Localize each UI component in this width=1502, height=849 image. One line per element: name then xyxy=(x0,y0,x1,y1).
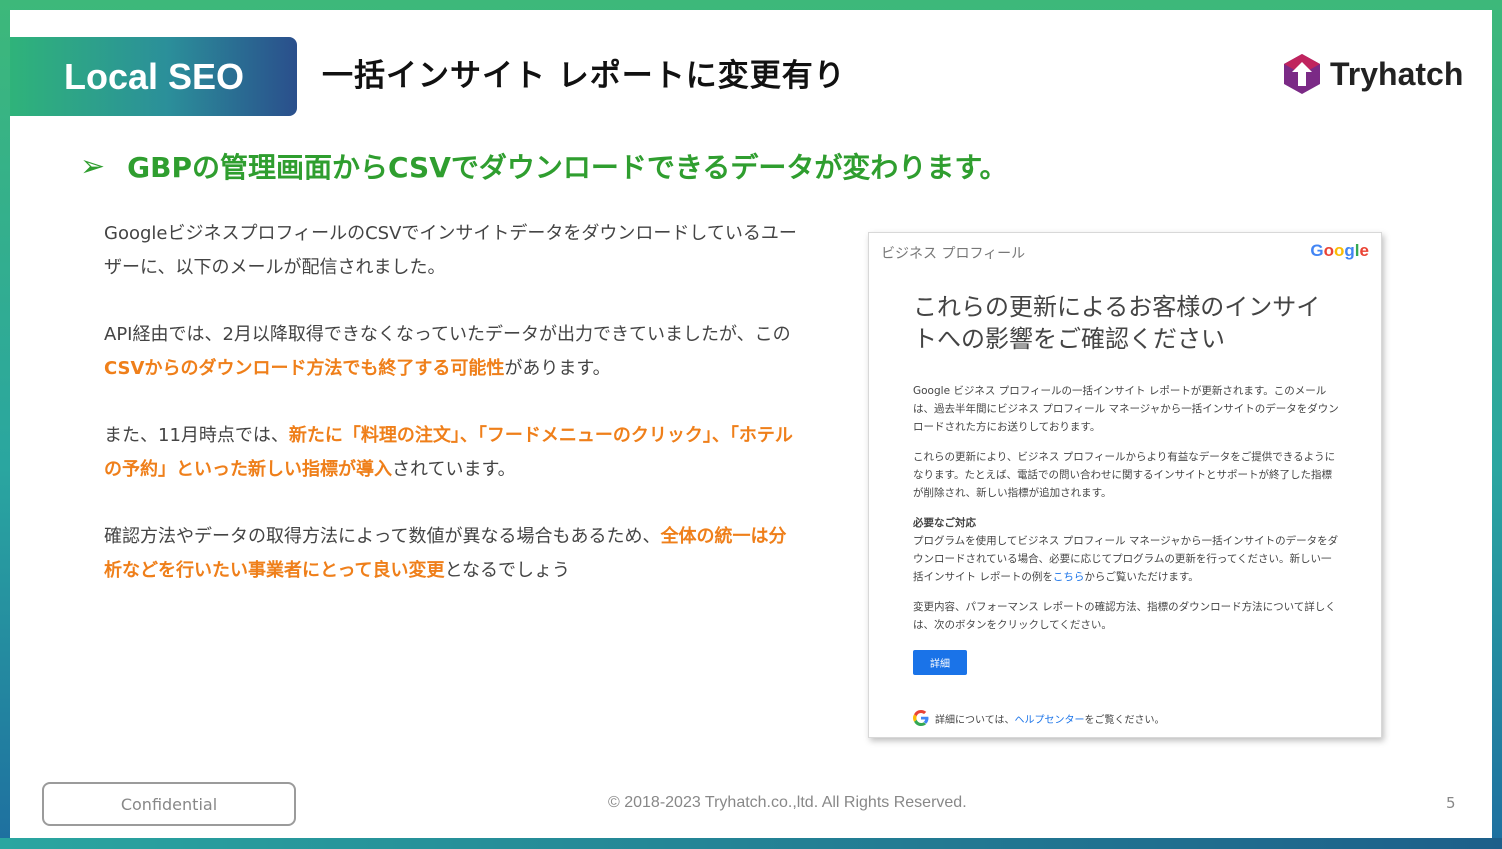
paragraph-3: また、11月時点では、新たに「料理の注文」、「フードメニューのクリック」、「ホテ… xyxy=(104,419,804,487)
google-logo: Google xyxy=(1310,241,1369,260)
text: があります。 xyxy=(504,358,611,379)
tryhatch-logo-icon xyxy=(1284,54,1320,94)
paragraph-4: 確認方法やデータの取得方法によって数値が異なる場合もあるため、全体の統一は分析な… xyxy=(104,520,804,588)
copyright-text: © 2018-2023 Tryhatch.co.,ltd. All Rights… xyxy=(608,794,967,811)
confidential-badge: Confidential xyxy=(42,782,296,826)
text: 確認方法やデータの取得方法によって数値が異なる場合もあるため、 xyxy=(104,526,661,547)
email-subtitle: 必要なご対応 xyxy=(913,517,976,529)
highlight: CSVからのダウンロード方法でも終了する可能性 xyxy=(104,358,505,379)
company-logo: Tryhatch xyxy=(1282,52,1463,96)
slide: Local SEO 一括インサイト レポートに変更有り Tryhatch ➢ G… xyxy=(10,10,1492,839)
page-number: 5 xyxy=(1446,794,1456,812)
section-heading: ➢ GBPの管理画面からCSVでダウンロードできるデータが変わります。 xyxy=(80,146,1008,186)
body-text: GoogleビジネスプロフィールのCSVでインサイトデータをダウンロードしている… xyxy=(104,217,804,621)
email-headline: これらの更新によるお客様のインサイトへの影響をご確認ください xyxy=(913,293,1321,353)
text: 詳細については、 xyxy=(935,714,1015,726)
paragraph-1: GoogleビジネスプロフィールのCSVでインサイトデータをダウンロードしている… xyxy=(104,223,797,278)
google-g-icon xyxy=(913,710,929,726)
email-paragraph-4: 変更内容、パフォーマンス レポートの確認方法、指標のダウンロード方法について詳し… xyxy=(913,601,1336,631)
section-tag: Local SEO xyxy=(10,37,297,116)
email-paragraph-2: これらの更新により、ビジネス プロフィールからより有益なデータをご提供できるよう… xyxy=(913,451,1336,499)
page-title: 一括インサイト レポートに変更有り xyxy=(322,58,846,94)
text: となるでしょう xyxy=(444,560,571,581)
email-body: Google ビジネス プロフィールの一括インサイト レポートが更新されます。こ… xyxy=(913,382,1339,646)
text: をご覧ください。 xyxy=(1084,714,1165,726)
email-footer: 詳細については、 ヘルプセンター をご覧ください。 xyxy=(913,710,1165,726)
logo-text: Tryhatch xyxy=(1330,55,1464,92)
email-paragraph-3: 必要なご対応 プログラムを使用してビジネス プロフィール マネージャから一括イン… xyxy=(913,514,1339,586)
here-link[interactable]: こちら xyxy=(1053,571,1085,583)
section-tag-label: Local SEO xyxy=(64,55,245,97)
email-paragraph-1: Google ビジネス プロフィールの一括インサイト レポートが更新されます。こ… xyxy=(913,385,1339,433)
details-button[interactable]: 詳細 xyxy=(913,650,967,675)
help-center-link[interactable]: ヘルプセンター xyxy=(1015,711,1085,726)
bottom-band xyxy=(0,838,1502,849)
text: API経由では、2月以降取得できなくなっていたデータが出力できていましたが、この xyxy=(104,324,791,345)
text: また、11月時点では、 xyxy=(104,425,289,446)
paragraph-2: API経由では、2月以降取得できなくなっていたデータが出力できていましたが、この… xyxy=(104,318,804,386)
arrow-bullet-icon: ➢ xyxy=(80,148,106,184)
text: されています。 xyxy=(392,459,516,480)
email-screenshot: ビジネス プロフィール Google これらの更新によるお客様のインサイトへの影… xyxy=(868,232,1382,738)
section-heading-text: GBPの管理画面からCSVでダウンロードできるデータが変わります。 xyxy=(127,151,1008,184)
text: からご覧いただけます。 xyxy=(1084,571,1199,583)
email-sender-label: ビジネス プロフィール xyxy=(881,246,1026,262)
